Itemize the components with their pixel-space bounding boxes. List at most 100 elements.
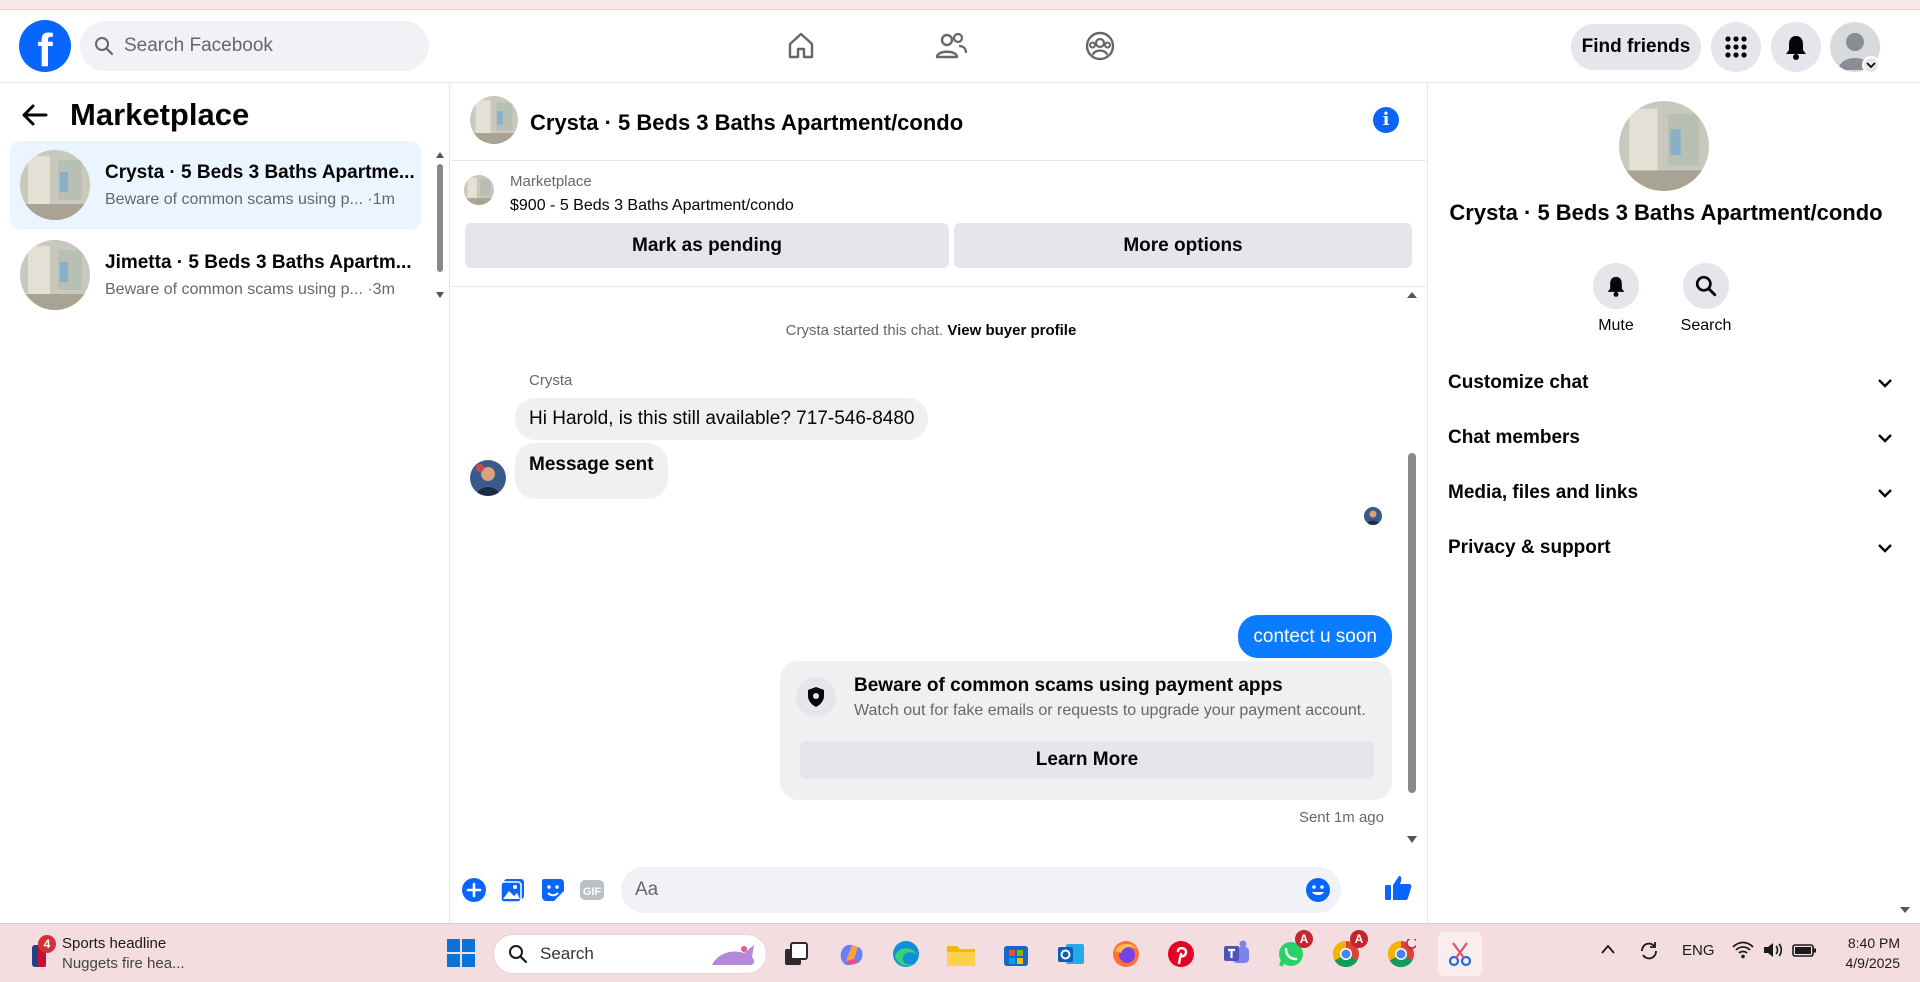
firefox-icon[interactable]: [1108, 936, 1144, 972]
emoji-icon[interactable]: [1305, 877, 1331, 903]
info-icon[interactable]: i: [1373, 107, 1399, 133]
sender-name: Crysta: [529, 372, 573, 389]
find-friends-button[interactable]: Find friends: [1571, 24, 1701, 70]
friends-icon[interactable]: [929, 24, 973, 68]
groups-icon[interactable]: [1078, 24, 1122, 68]
language-indicator[interactable]: ENG: [1682, 942, 1715, 959]
microsoft-store-icon[interactable]: [998, 936, 1034, 972]
chat-avatar[interactable]: [470, 96, 518, 144]
bell-icon[interactable]: [1771, 22, 1821, 72]
system-clock[interactable]: 8:40 PM 4/9/2025: [1830, 933, 1901, 973]
section-chat-members[interactable]: Chat members: [1448, 418, 1893, 458]
news-subtitle: Nuggets fire hea...: [62, 955, 185, 972]
sidebar-scrollbar[interactable]: [434, 148, 446, 318]
facebook-search[interactable]: [80, 21, 429, 71]
section-customize-chat[interactable]: Customize chat: [1448, 363, 1893, 403]
photo-icon[interactable]: [499, 876, 527, 904]
whatsapp-icon[interactable]: A: [1273, 930, 1313, 972]
whatsapp-badge: A: [1295, 930, 1313, 948]
home-icon[interactable]: [779, 24, 823, 68]
account-chevron-icon[interactable]: [1862, 56, 1880, 74]
conversation-item-jimetta[interactable]: Jimetta · 5 Beds 3 Baths Apartm... Bewar…: [10, 231, 421, 319]
incoming-message[interactable]: Hi Harold, is this still available? 717-…: [515, 398, 929, 440]
details-name: Crysta · 5 Beds 3 Baths Apartment/condo: [1449, 200, 1883, 225]
page-scroll-down-arrow[interactable]: [1899, 903, 1911, 919]
teams-icon[interactable]: [1218, 936, 1254, 972]
message-thread: Crysta started this chat. View buyer pro…: [451, 288, 1426, 858]
file-explorer-icon[interactable]: [943, 936, 979, 972]
marketplace-sidebar: Marketplace Crysta · 5 Beds 3 Baths Apar…: [0, 83, 450, 923]
chevron-down-icon: [1878, 379, 1892, 388]
section-label: Privacy & support: [1448, 537, 1611, 558]
facebook-logo[interactable]: f: [19, 20, 71, 72]
edge-icon[interactable]: [888, 936, 924, 972]
chrome-profile-badge: A: [1350, 930, 1368, 948]
chat-header: Crysta · 5 Beds 3 Baths Apartment/condo …: [451, 83, 1426, 161]
outgoing-message[interactable]: contect u soon: [1238, 615, 1392, 658]
started-text: Crysta started this chat.: [785, 322, 944, 339]
sent-timestamp: Sent 1m ago: [1298, 809, 1384, 826]
listing-thumbnail: [20, 150, 90, 220]
thumbs-up-icon[interactable]: [1383, 873, 1415, 905]
conversation-item-crysta[interactable]: Crysta · 5 Beds 3 Baths Apartme... Bewar…: [10, 141, 421, 229]
outlook-icon[interactable]: [1053, 936, 1089, 972]
search-icon: [509, 945, 528, 964]
incoming-message[interactable]: Message sent: [515, 443, 668, 499]
news-badge: 4: [38, 935, 56, 953]
task-view-icon[interactable]: [778, 936, 814, 972]
sticker-icon[interactable]: [539, 876, 567, 904]
gif-icon[interactable]: GIF: [578, 876, 606, 904]
chat-details-panel: Crysta · 5 Beds 3 Baths Apartment/condo …: [1427, 83, 1920, 923]
svg-text:GIF: GIF: [583, 886, 602, 898]
section-media-files-links[interactable]: Media, files and links: [1448, 473, 1893, 513]
search-input[interactable]: [124, 35, 404, 57]
volume-icon[interactable]: [1762, 941, 1784, 963]
plus-icon[interactable]: [460, 876, 488, 904]
listing-thumbnail[interactable]: [464, 175, 494, 205]
section-label: Media, files and links: [1448, 482, 1639, 503]
news-widget[interactable]: 4 Sports headline Nuggets fire hea...: [26, 935, 185, 972]
snipping-tool-icon[interactable]: [1438, 932, 1482, 976]
chat-scrollbar[interactable]: [1405, 288, 1419, 858]
shield-icon: [796, 677, 836, 717]
sender-avatar[interactable]: [470, 460, 506, 496]
taskbar-search[interactable]: Search: [493, 934, 767, 974]
nba-news-icon: 4: [26, 935, 56, 969]
wifi-icon[interactable]: [1732, 941, 1754, 963]
scam-warning-title: Beware of common scams using payment app…: [854, 675, 1283, 696]
details-avatar[interactable]: [1619, 101, 1709, 191]
mute-button[interactable]: Mute: [1586, 263, 1646, 335]
copilot-icon[interactable]: [833, 936, 869, 972]
chevron-down-icon: [1878, 434, 1892, 443]
chrome-icon[interactable]: A: [1328, 930, 1368, 972]
chrome-profile-2-icon[interactable]: [1383, 936, 1419, 972]
mark-as-pending-button[interactable]: Mark as pending: [465, 223, 949, 268]
message-input[interactable]: [635, 879, 1275, 901]
windows-start-icon[interactable]: [443, 935, 479, 971]
search-conversation-button[interactable]: Search: [1676, 263, 1736, 335]
browser-top-strip: [0, 0, 1920, 10]
back-arrow-icon[interactable]: [22, 104, 48, 126]
grid-menu-icon[interactable]: [1711, 22, 1761, 72]
section-label: Chat members: [1448, 427, 1580, 448]
more-options-button[interactable]: More options: [954, 223, 1412, 268]
windows-taskbar: 4 Sports headline Nuggets fire hea... Se…: [0, 923, 1920, 982]
scam-warning-subtitle: Watch out for fake emails or requests to…: [854, 702, 1366, 719]
tray-chevron-up-icon[interactable]: [1600, 942, 1616, 959]
pinterest-icon[interactable]: [1163, 936, 1199, 972]
learn-more-button[interactable]: Learn More: [800, 741, 1374, 779]
view-buyer-profile-link[interactable]: View buyer profile: [947, 322, 1076, 339]
message-input-wrapper: [621, 867, 1341, 913]
sync-icon[interactable]: [1638, 940, 1660, 966]
scam-warning-card: Beware of common scams using payment app…: [780, 661, 1392, 800]
section-privacy-support[interactable]: Privacy & support: [1448, 528, 1893, 568]
battery-icon[interactable]: [1792, 941, 1818, 963]
conversation-time: ·1m: [367, 190, 395, 208]
section-label: Customize chat: [1448, 372, 1589, 393]
listing-price[interactable]: $900 - 5 Beds 3 Baths Apartment/condo: [510, 197, 794, 215]
listing-thumbnail: [20, 240, 90, 310]
chat-title[interactable]: Crysta · 5 Beds 3 Baths Apartment/condo: [530, 110, 963, 136]
top-navbar: f Find friends: [0, 10, 1920, 83]
message-composer: GIF: [451, 856, 1426, 923]
search-icon: [1683, 263, 1729, 309]
